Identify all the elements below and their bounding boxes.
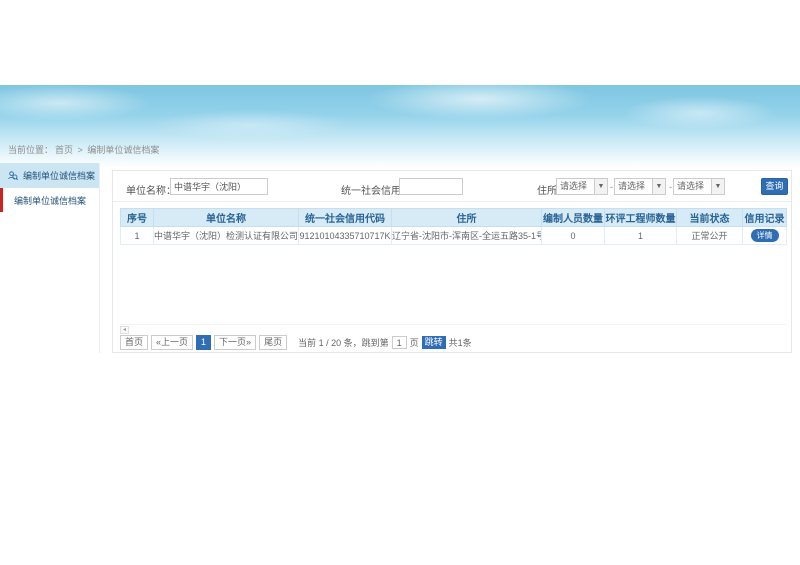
sidebar-group-header[interactable]: 编制单位诚信档案 (0, 163, 99, 188)
column-header-code: 统一社会信用代码 (299, 209, 392, 227)
chevron-down-icon[interactable]: ▼ (711, 179, 724, 194)
table-row: 1 中谱华宇（沈阳）检测认证有限公司 91210104335710717K 辽宁… (121, 227, 787, 245)
city-select-value: 请选择 (615, 179, 652, 194)
current-page-button[interactable]: 1 (196, 335, 211, 350)
unit-name-input[interactable] (170, 178, 268, 195)
breadcrumb-home-link[interactable]: 首页 (55, 145, 73, 155)
last-page-button[interactable]: 尾页 (259, 335, 287, 350)
breadcrumb-location-label: 当前位置： (8, 145, 53, 155)
select-separator: - (669, 182, 672, 192)
cell-seq: 1 (121, 227, 154, 245)
column-header-staff: 编制人员数量 (542, 209, 605, 227)
district-select[interactable]: 请选择 ▼ (673, 178, 725, 195)
cell-status: 正常公开 (677, 227, 743, 245)
horizontal-scrollbar[interactable] (120, 324, 786, 333)
sidebar: 编制单位诚信档案 编制单位诚信档案 (0, 163, 100, 353)
select-separator: - (610, 182, 613, 192)
user-search-icon (7, 170, 18, 181)
column-header-seq: 序号 (121, 209, 154, 227)
scroll-left-arrow-icon[interactable] (120, 326, 129, 334)
column-header-address: 住所 (392, 209, 542, 227)
breadcrumb: 当前位置：首页 > 编制单位诚信档案 (8, 143, 161, 156)
city-select[interactable]: 请选择 ▼ (614, 178, 666, 195)
pagination-summary: 当前 1 / 20 条，跳到第 (298, 336, 389, 349)
pagination-page-suffix: 页 (410, 336, 419, 349)
jump-button[interactable]: 跳转 (422, 336, 446, 349)
district-select-value: 请选择 (674, 179, 711, 194)
sidebar-item-label: 编制单位诚信档案 (14, 194, 86, 207)
sidebar-group-label: 编制单位诚信档案 (23, 169, 95, 182)
breadcrumb-separator: > (78, 145, 83, 155)
column-header-engineer: 环评工程师数量 (605, 209, 677, 227)
engineer-count-link[interactable]: 1 (605, 227, 677, 245)
results-table: 序号 单位名称 统一社会信用代码 住所 编制人员数量 环评工程师数量 当前状态 … (120, 208, 787, 245)
total-count: 共1条 (449, 336, 472, 349)
cell-address: 辽宁省-沈阳市-浑南区-全运五路35-1号楼902 (392, 227, 542, 245)
chevron-down-icon[interactable]: ▼ (652, 179, 665, 194)
unit-name-link[interactable]: 中谱华宇（沈阳）检测认证有限公司 (154, 227, 299, 245)
unit-name-label: 单位名称： (126, 182, 176, 197)
column-header-credit: 信用记录 (743, 209, 787, 227)
search-button[interactable]: 查询 (761, 178, 788, 195)
pagination: 首页 «上一页 1 下一页» 尾页 当前 1 / 20 条，跳到第 页 跳转 共… (120, 335, 472, 350)
chevron-down-icon[interactable]: ▼ (594, 179, 607, 194)
prev-page-button[interactable]: «上一页 (151, 335, 193, 350)
province-select-value: 请选择 (557, 179, 594, 194)
page: 环境影响评价信用平台 当前位置：首页 > 编制单位诚信档案 编制单位诚信档案 编… (0, 0, 800, 565)
province-select[interactable]: 请选择 ▼ (556, 178, 608, 195)
form-separator (113, 201, 791, 202)
column-header-unit: 单位名称 (154, 209, 299, 227)
staff-count-link[interactable]: 0 (542, 227, 605, 245)
breadcrumb-current: 编制单位诚信档案 (87, 145, 159, 155)
column-header-status: 当前状态 (677, 209, 743, 227)
table-header-row: 序号 单位名称 统一社会信用代码 住所 编制人员数量 环评工程师数量 当前状态 … (121, 209, 787, 227)
sidebar-item-archive[interactable]: 编制单位诚信档案 (0, 188, 99, 212)
first-page-button[interactable]: 首页 (120, 335, 148, 350)
next-page-button[interactable]: 下一页» (214, 335, 256, 350)
credit-code-input[interactable] (399, 178, 463, 195)
main-panel: 单位名称： 统一社会信用代码： 住所： 请选择 ▼ - 请选择 ▼ - 请选择 … (112, 170, 792, 353)
jump-page-input[interactable] (392, 336, 407, 349)
cell-credit-code: 91210104335710717K (299, 227, 392, 245)
detail-button[interactable]: 详情 (751, 229, 779, 242)
